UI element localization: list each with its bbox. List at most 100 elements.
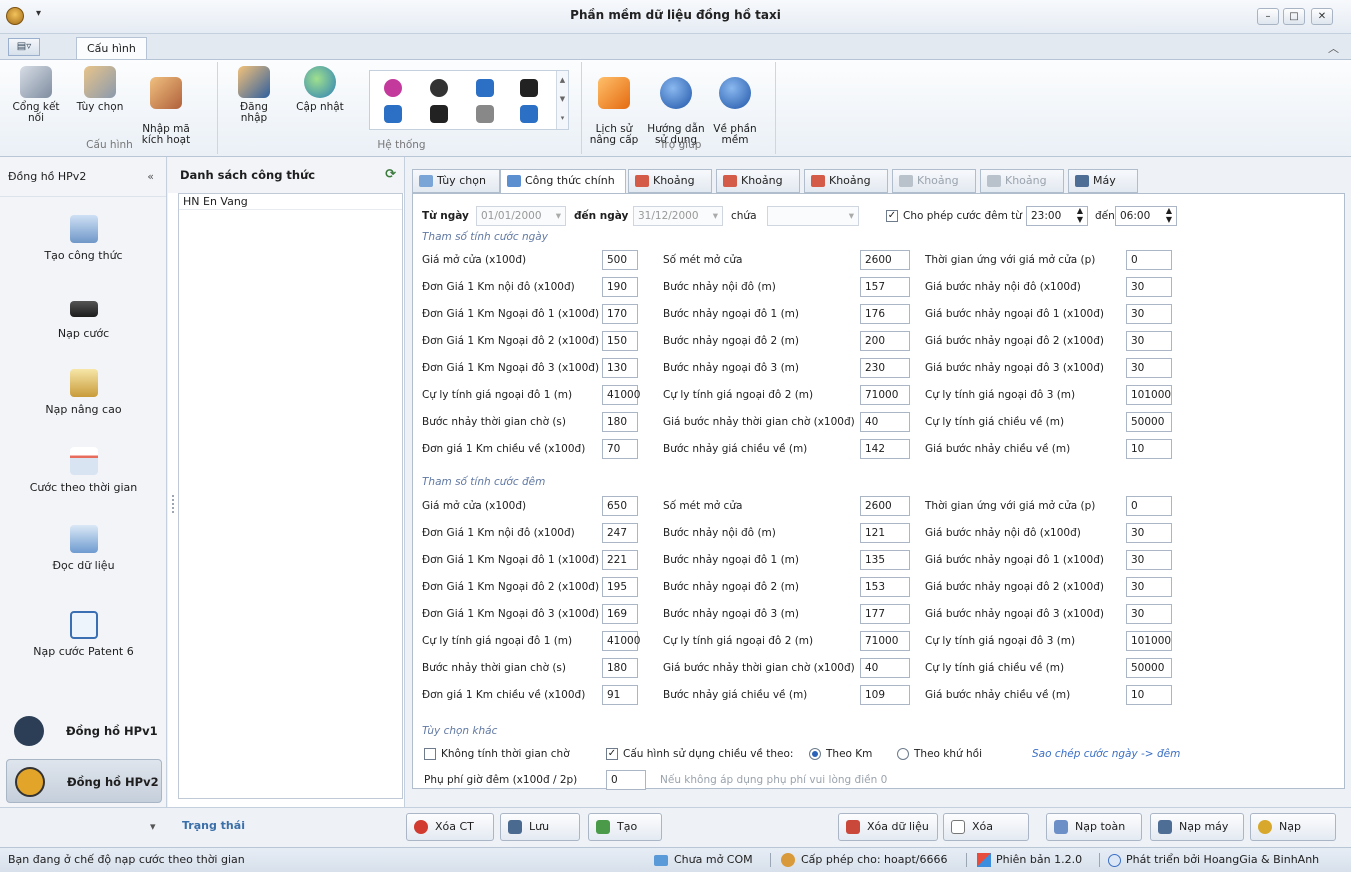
to-date-picker[interactable]: 31/12/2000 ▾ bbox=[633, 206, 723, 226]
night-param-input[interactable]: 135 bbox=[860, 550, 910, 570]
theme-gallery[interactable]: ▲ ▼ ▾ bbox=[369, 70, 569, 130]
theme-office2010-black-icon[interactable] bbox=[520, 79, 538, 97]
about-button[interactable]: Về phần mềm bbox=[710, 66, 760, 146]
save-button[interactable]: Lưu bbox=[500, 813, 580, 841]
minimize-button[interactable]: – bbox=[1257, 8, 1279, 25]
nav-advanced-load[interactable]: Nạp nâng cao bbox=[0, 369, 167, 416]
night-param-input[interactable]: 121 bbox=[860, 523, 910, 543]
night-param-input[interactable]: 30 bbox=[1126, 550, 1172, 570]
file-menu-button[interactable]: ▤▿ bbox=[8, 38, 40, 56]
from-date-picker[interactable]: 01/01/2000 ▾ bbox=[476, 206, 566, 226]
day-param-input[interactable]: 190 bbox=[602, 277, 638, 297]
nav-time-fare[interactable]: Cước theo thời gian bbox=[0, 447, 167, 494]
night-from-time[interactable]: 23:00 ▲ ▼ bbox=[1026, 206, 1088, 226]
day-param-input[interactable]: 10 bbox=[1126, 439, 1172, 459]
night-param-input[interactable]: 0 bbox=[1126, 496, 1172, 516]
gallery-scroll[interactable]: ▲ ▼ ▾ bbox=[556, 71, 568, 129]
night-param-input[interactable]: 195 bbox=[602, 577, 638, 597]
day-param-input[interactable]: 157 bbox=[860, 277, 910, 297]
night-param-input[interactable]: 247 bbox=[602, 523, 638, 543]
tab-printer[interactable]: Máy in bbox=[1068, 169, 1138, 209]
night-param-input[interactable]: 41000 bbox=[602, 631, 640, 651]
update-button[interactable]: Cập nhật bbox=[292, 66, 348, 113]
night-param-input[interactable]: 101000 bbox=[1126, 631, 1172, 651]
day-param-input[interactable]: 30 bbox=[1126, 331, 1172, 351]
day-param-input[interactable]: 50000 bbox=[1126, 412, 1172, 432]
night-param-input[interactable]: 180 bbox=[602, 658, 638, 678]
login-button[interactable]: Đăng nhập bbox=[226, 66, 282, 124]
connect-port-button[interactable]: Cổng kết nối bbox=[8, 66, 64, 124]
theme-office2007-icon[interactable] bbox=[384, 79, 402, 97]
day-param-input[interactable]: 180 bbox=[602, 412, 638, 432]
tab-range-1[interactable]: Khoảng 1 bbox=[628, 169, 712, 209]
load-printer-button[interactable]: Nạp máy in bbox=[1150, 813, 1244, 859]
formula-list[interactable]: HN En Vang bbox=[178, 193, 403, 799]
theme-office2010-blue-icon[interactable] bbox=[476, 79, 494, 97]
collapse-panel-icon[interactable]: « bbox=[147, 157, 154, 197]
theme-office2013-black-icon[interactable] bbox=[430, 105, 448, 123]
refresh-icon[interactable]: ⟳ bbox=[385, 157, 396, 193]
night-surcharge-input[interactable]: 0 bbox=[606, 770, 646, 790]
no-wait-time-checkbox[interactable] bbox=[424, 748, 436, 760]
theme-office2013-blue-icon[interactable] bbox=[384, 105, 402, 123]
day-param-input[interactable]: 30 bbox=[1126, 358, 1172, 378]
options-button[interactable]: Tùy chọn bbox=[76, 66, 124, 113]
load-fare-button[interactable]: Nạp cước bbox=[1250, 813, 1336, 859]
day-param-input[interactable]: 142 bbox=[860, 439, 910, 459]
expand-down-icon[interactable]: ▾ bbox=[150, 820, 156, 833]
nav-load-fare[interactable]: Nạp cước bbox=[0, 301, 167, 340]
by-km-radio[interactable] bbox=[809, 748, 821, 760]
day-param-input[interactable]: 70 bbox=[602, 439, 638, 459]
night-param-input[interactable]: 650 bbox=[602, 496, 638, 516]
tab-range-2[interactable]: Khoảng 2 bbox=[716, 169, 800, 209]
spinner-icon[interactable]: ▲ ▼ bbox=[1077, 206, 1083, 224]
night-param-input[interactable]: 30 bbox=[1126, 604, 1172, 624]
theme-office2007-black-icon[interactable] bbox=[430, 79, 448, 97]
theme-metro-icon[interactable] bbox=[520, 105, 538, 123]
night-param-input[interactable]: 10 bbox=[1126, 685, 1172, 705]
upgrade-history-button[interactable]: Lịch sử nâng cấp bbox=[586, 66, 642, 146]
day-param-input[interactable]: 230 bbox=[860, 358, 910, 378]
night-param-input[interactable]: 91 bbox=[602, 685, 638, 705]
return-config-checkbox[interactable]: ✓ bbox=[606, 748, 618, 760]
day-param-input[interactable]: 41000 bbox=[602, 385, 640, 405]
delete-formula-button[interactable]: Xóa CT bbox=[406, 813, 494, 841]
night-param-input[interactable]: 177 bbox=[860, 604, 910, 624]
nav-create-formula[interactable]: Tạo công thức bbox=[0, 215, 167, 262]
day-param-input[interactable]: 500 bbox=[602, 250, 638, 270]
tab-main-formula[interactable]: Công thức chính bbox=[500, 169, 626, 194]
nav-patent6[interactable]: Nạp cước Patent 6 bbox=[0, 611, 167, 658]
day-param-input[interactable]: 0 bbox=[1126, 250, 1172, 270]
new-formula-button[interactable]: Tạo mới bbox=[588, 813, 662, 859]
theme-office2013-gray-icon[interactable] bbox=[476, 105, 494, 123]
load-all-button[interactable]: Nạp toàn bộ bbox=[1046, 813, 1142, 859]
day-param-input[interactable]: 2600 bbox=[860, 250, 910, 270]
meter-hpv1-button[interactable]: Đồng hồ HPv1 bbox=[6, 709, 162, 753]
close-button[interactable]: ✕ bbox=[1311, 8, 1333, 25]
user-guide-button[interactable]: Hướng dẫn sử dụng bbox=[646, 66, 706, 146]
maximize-button[interactable]: □ bbox=[1283, 8, 1305, 25]
night-param-input[interactable]: 30 bbox=[1126, 523, 1172, 543]
contains-select[interactable]: ▾ bbox=[767, 206, 859, 226]
day-param-input[interactable]: 170 bbox=[602, 304, 638, 324]
round-trip-radio[interactable] bbox=[897, 748, 909, 760]
tab-range-4[interactable]: Khoảng 4 bbox=[892, 169, 976, 209]
day-param-input[interactable]: 71000 bbox=[860, 385, 910, 405]
day-param-input[interactable]: 200 bbox=[860, 331, 910, 351]
nav-read-data[interactable]: Đọc dữ liệu bbox=[0, 525, 167, 572]
night-param-input[interactable]: 153 bbox=[860, 577, 910, 597]
tab-range-5[interactable]: Khoảng 5 bbox=[980, 169, 1064, 209]
day-param-input[interactable]: 30 bbox=[1126, 304, 1172, 324]
night-to-time[interactable]: 06:00 ▲ ▼ bbox=[1115, 206, 1177, 226]
tab-cau-hinh[interactable]: Cấu hình bbox=[76, 37, 147, 60]
list-item[interactable]: HN En Vang bbox=[179, 194, 402, 210]
day-param-input[interactable]: 150 bbox=[602, 331, 638, 351]
night-fare-checkbox[interactable]: ✓ bbox=[886, 210, 898, 222]
night-param-input[interactable]: 40 bbox=[860, 658, 910, 678]
night-param-input[interactable]: 221 bbox=[602, 550, 638, 570]
spinner-icon[interactable]: ▲ ▼ bbox=[1166, 206, 1172, 224]
day-param-input[interactable]: 130 bbox=[602, 358, 638, 378]
tab-range-3[interactable]: Khoảng 3 bbox=[804, 169, 888, 209]
tab-options[interactable]: Tùy chọn bbox=[412, 169, 500, 193]
day-param-input[interactable]: 101000 bbox=[1126, 385, 1172, 405]
